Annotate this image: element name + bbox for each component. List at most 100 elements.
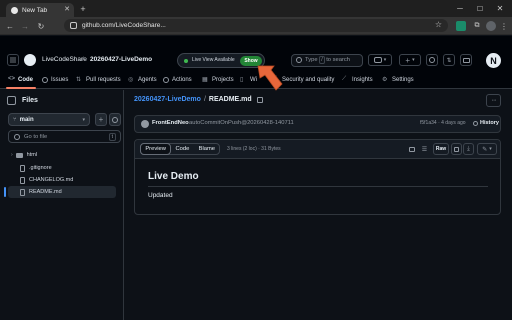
- search-icon: [296, 57, 302, 63]
- tab-title: New Tab: [22, 6, 48, 14]
- tab-blame[interactable]: Blame: [195, 144, 219, 154]
- commit-author[interactable]: FrontEndNeo: [152, 120, 189, 126]
- url-text: github.com/LiveCodeShare...: [82, 22, 166, 29]
- copy-raw-button[interactable]: [451, 143, 462, 155]
- breadcrumb-separator: /: [203, 96, 206, 103]
- branch-selector[interactable]: ⑂ main ▾: [8, 113, 90, 126]
- org-link[interactable]: LiveCodeShare: [42, 56, 87, 63]
- copilot-dropdown-icon: ▾: [383, 57, 387, 63]
- inbox-button[interactable]: [460, 54, 472, 66]
- tab-label: Settings: [392, 76, 414, 83]
- tree-item-html[interactable]: › html: [8, 149, 116, 161]
- browser-tab[interactable]: New Tab ✕: [6, 3, 74, 17]
- raw-label: Raw: [435, 146, 447, 152]
- breadcrumb-separator: /: [82, 56, 84, 63]
- back-icon[interactable]: ←: [4, 20, 16, 32]
- copilot-icon: [373, 57, 382, 63]
- search-files-button[interactable]: [109, 113, 121, 126]
- gear-icon: ⚙: [382, 77, 388, 83]
- hamburger-icon: [10, 57, 16, 63]
- browser-menu-icon[interactable]: ⋮: [499, 20, 509, 32]
- tab-label: Security and quality: [282, 76, 335, 83]
- file-icon: [20, 188, 25, 196]
- raw-button[interactable]: Raw: [433, 143, 449, 155]
- go-to-file-key-hint: t: [108, 132, 116, 141]
- search-placeholder: Type / to search: [305, 56, 351, 64]
- edit-file-button[interactable]: ✎ ▾: [477, 143, 497, 155]
- tab-issues[interactable]: Issues: [42, 73, 68, 86]
- create-new-button[interactable]: + ▾: [399, 54, 421, 66]
- profile-avatar-icon[interactable]: [486, 21, 496, 31]
- site-info-icon[interactable]: [70, 22, 77, 29]
- user-avatar[interactable]: N: [486, 53, 501, 68]
- extension-icon-green[interactable]: [456, 21, 466, 31]
- outline-button[interactable]: ☰: [419, 143, 430, 155]
- new-tab-button[interactable]: +: [77, 3, 89, 15]
- tab-preview[interactable]: Preview: [140, 143, 172, 155]
- tab-agents[interactable]: ◎ Agents: [128, 73, 157, 86]
- reload-icon[interactable]: ↻: [35, 20, 47, 32]
- tab-actions[interactable]: Actions: [163, 73, 192, 86]
- search-input[interactable]: Type / to search: [291, 54, 363, 67]
- readme-body: Updated: [148, 192, 173, 199]
- tree-item-changelog[interactable]: CHANGELOG.md: [8, 174, 116, 186]
- create-dropdown-icon: ▾: [412, 57, 415, 63]
- issues-icon: [42, 76, 48, 83]
- global-menu-button[interactable]: [7, 54, 19, 66]
- tree-item-readme[interactable]: README.md: [4, 186, 116, 198]
- open-symbols-button[interactable]: [406, 143, 417, 155]
- tab-code-view[interactable]: Code: [170, 144, 194, 154]
- add-file-button[interactable]: +: [95, 113, 107, 126]
- tab-close-icon[interactable]: ✕: [64, 5, 70, 13]
- file-viewer-toolbar: Preview Code Blame 3 lines (2 loc) · 31 …: [135, 140, 500, 159]
- graph-icon: ⟋: [342, 76, 347, 82]
- tree-item-label: html: [26, 152, 38, 158]
- branch-dropdown-icon: ▾: [82, 116, 85, 123]
- download-raw-button[interactable]: ⤓: [463, 143, 474, 155]
- go-to-file-input[interactable]: Go to file t: [8, 130, 121, 143]
- collapse-sidebar-icon[interactable]: [7, 96, 16, 105]
- live-view-label: Live View Available: [192, 57, 235, 63]
- breadcrumb-repo-link[interactable]: 20260427-LiveDemo: [134, 96, 201, 103]
- tab-settings[interactable]: ⚙ Settings: [382, 73, 414, 86]
- tab-label: Code: [18, 76, 34, 83]
- tree-item-gitignore[interactable]: .gitignore: [8, 162, 116, 174]
- commit-sha-time[interactable]: f5f1a34 · 4 days ago: [420, 120, 466, 126]
- tab-code[interactable]: <> Code: [8, 73, 33, 86]
- bookmark-star-icon[interactable]: ☆: [435, 20, 442, 29]
- tree-item-label: README.md: [29, 189, 62, 195]
- tab-pull-requests[interactable]: ⇅ Pull requests: [76, 73, 121, 86]
- readme-heading: Live Demo: [148, 171, 199, 182]
- minimize-icon[interactable]: ─: [454, 3, 466, 14]
- extensions-puzzle-icon[interactable]: ⧉: [471, 20, 483, 32]
- forward-icon[interactable]: →: [19, 20, 31, 32]
- commit-message[interactable]: autoCommitOnPush@20260428-140711: [189, 120, 294, 126]
- browser-tab-bar: New Tab ✕ + ─ ☐ ✕: [0, 0, 512, 17]
- author-avatar[interactable]: [141, 120, 149, 128]
- kebab-horizontal-icon: ···: [491, 97, 497, 104]
- pencil-icon: ✎: [482, 146, 488, 153]
- github-logo-icon[interactable]: [24, 54, 36, 66]
- repo-link[interactable]: 20260427-LiveDemo: [90, 56, 152, 63]
- pull-request-icon: ⇅: [446, 57, 452, 64]
- tab-insights[interactable]: ⟋ Insights: [342, 73, 373, 86]
- file-icon: [20, 164, 25, 172]
- maximize-icon[interactable]: ☐: [474, 3, 486, 14]
- file-viewer: Preview Code Blame 3 lines (2 loc) · 31 …: [134, 139, 501, 215]
- copilot-button[interactable]: ▾: [368, 54, 392, 66]
- tab-projects[interactable]: ▦ Projects: [202, 73, 234, 86]
- window-close-icon[interactable]: ✕: [494, 3, 506, 14]
- tab-label: Pull requests: [86, 76, 121, 83]
- latest-commit-bar: FrontEndNeo autoCommitOnPush@20260428-14…: [134, 115, 501, 133]
- code-icon: <>: [8, 76, 16, 82]
- address-bar[interactable]: github.com/LiveCodeShare... ☆: [64, 19, 448, 32]
- github-favicon-icon: [11, 6, 18, 14]
- projects-table-icon: ▦: [202, 77, 208, 83]
- copy-path-icon[interactable]: [256, 96, 263, 103]
- pull-requests-shortcut-button[interactable]: ⇅: [443, 54, 455, 66]
- more-options-button[interactable]: ···: [486, 94, 501, 107]
- pull-request-icon: ⇅: [76, 77, 82, 83]
- issues-shortcut-button[interactable]: [426, 54, 438, 66]
- copy-icon: [454, 146, 459, 152]
- history-link[interactable]: History: [473, 120, 499, 126]
